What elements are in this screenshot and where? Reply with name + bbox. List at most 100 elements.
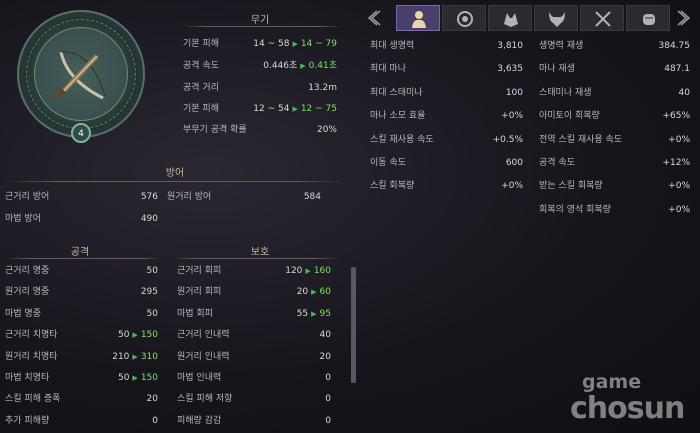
stat-label: 회복의 영석 회복량 bbox=[539, 204, 611, 215]
stat-label: 원거리 방어 bbox=[167, 192, 212, 202]
stat-label: 공격 속도 bbox=[539, 158, 575, 168]
watermark-line1: game bbox=[582, 371, 642, 393]
stat-label: 근거리 방어 bbox=[5, 192, 50, 202]
stat-value: 0 bbox=[152, 415, 158, 426]
stat-label: 마법 인내력 bbox=[177, 373, 222, 383]
watermark-logo: game chosun bbox=[564, 371, 694, 429]
shield-icon bbox=[457, 11, 473, 27]
stat-value-group: 120 ▶ 160 bbox=[285, 264, 331, 278]
stat-base-value: 50 bbox=[117, 330, 130, 341]
stat-label: 마법 방어 bbox=[5, 214, 41, 224]
stat-row: 마법 치명타 50 ▶ 150 bbox=[5, 371, 158, 385]
stat-value: 584 bbox=[303, 192, 321, 202]
stat-new-value: 95 bbox=[319, 308, 331, 319]
stat-new-value: 60 bbox=[319, 287, 331, 298]
defense-row: 마법 방어 490 bbox=[5, 212, 158, 226]
defense-divider bbox=[5, 181, 345, 182]
stat-row: 회복의 영석 회복량 +0% bbox=[539, 203, 690, 217]
character-icon bbox=[412, 11, 426, 28]
attack-section-title: 공격 bbox=[70, 247, 90, 258]
stat-row: 근거리 명중 50 bbox=[5, 264, 158, 278]
tab-next[interactable] bbox=[670, 5, 696, 31]
stat-row: 스킬 재사용 속도 +0.5% bbox=[370, 133, 523, 147]
stat-label: 전역 스킬 재사용 속도 bbox=[539, 134, 623, 145]
stats-scrollbar[interactable] bbox=[351, 267, 356, 383]
weapon-row: 기본 피해 12 ~ 54 ▶ 12 ~ 75 bbox=[183, 102, 337, 116]
stat-row: 받는 스킬 회복량 +0% bbox=[539, 179, 690, 193]
stat-row: 마나 재생 487.1 bbox=[539, 62, 690, 76]
arrow-right-icon: ▶ bbox=[300, 62, 306, 70]
stat-value: 50 bbox=[146, 266, 158, 276]
stat-label: 추가 피해량 bbox=[5, 415, 50, 426]
stat-row: 최대 마나 3,635 bbox=[370, 62, 523, 76]
stat-row: 마법 인내력 0 bbox=[177, 371, 331, 385]
stat-value: 100 bbox=[505, 87, 523, 98]
stat-row: 공격 속도 +12% bbox=[539, 156, 690, 170]
stat-new-value: 0.41초 bbox=[308, 61, 337, 71]
stat-row: 원거리 인내력 20 bbox=[177, 350, 331, 364]
stat-label: 스킬 피해 증폭 bbox=[5, 394, 61, 405]
stat-label: 최대 마나 bbox=[370, 64, 406, 75]
stat-new-value: 14 ~ 79 bbox=[300, 39, 337, 49]
stat-label: 스킬 피해 저항 bbox=[177, 394, 233, 405]
stat-new-value: 310 bbox=[140, 351, 158, 362]
tab-prev[interactable] bbox=[362, 5, 392, 31]
stat-row: 마법 회피 55 ▶ 95 bbox=[177, 307, 331, 321]
stat-row: 전역 스킬 재사용 속도 +0% bbox=[539, 133, 690, 147]
stat-value: +0% bbox=[668, 204, 690, 215]
stat-row: 피해량 감감 0 bbox=[177, 414, 331, 428]
stat-label: 아미토이 회복량 bbox=[539, 111, 600, 122]
stat-value-group: 50 ▶ 150 bbox=[118, 371, 158, 385]
defense-section-title: 방어 bbox=[165, 168, 185, 179]
stat-label: 공격 거리 bbox=[183, 83, 219, 93]
tab-character[interactable] bbox=[396, 5, 440, 31]
stat-row: 스킬 피해 저항 0 bbox=[177, 392, 331, 406]
stat-value: 3,810 bbox=[497, 41, 523, 51]
weapon-divider bbox=[183, 26, 343, 27]
stat-value: +0.5% bbox=[492, 134, 523, 145]
tab-demon[interactable] bbox=[534, 5, 578, 31]
stat-value: 20 bbox=[146, 394, 158, 405]
protect-section-title: 보호 bbox=[250, 247, 270, 258]
stat-label: 이동 속도 bbox=[370, 158, 406, 168]
weapon-emblem: 4 bbox=[17, 10, 145, 143]
stat-row: 마나 소모 효율 +0% bbox=[370, 109, 523, 123]
weapon-section-title: 무기 bbox=[250, 15, 270, 26]
weapon-row: 공격 거리 13.2m bbox=[183, 81, 337, 95]
arrow-right-icon: ▶ bbox=[292, 105, 298, 113]
stat-value: 40 bbox=[319, 330, 331, 341]
chevron-right-icon bbox=[677, 10, 691, 26]
stat-label: 근거리 인내력 bbox=[177, 330, 230, 341]
stat-label: 기본 피해 bbox=[183, 39, 219, 49]
stat-new-value: 12 ~ 75 bbox=[300, 104, 337, 114]
defense-row: 원거리 방어 584 bbox=[167, 190, 321, 204]
stat-base-value: 120 bbox=[285, 266, 303, 276]
scrollbar-thumb[interactable] bbox=[351, 267, 356, 383]
stat-value: 50 bbox=[146, 308, 158, 319]
stat-new-value: 160 bbox=[313, 266, 331, 276]
weapon-row: 부무기 공격 확률 20% bbox=[183, 123, 337, 137]
stat-row: 근거리 치명타 50 ▶ 150 bbox=[5, 328, 158, 342]
stat-new-value: 150 bbox=[140, 373, 158, 383]
tab-defense[interactable] bbox=[442, 5, 486, 31]
tab-beast[interactable] bbox=[488, 5, 532, 31]
stat-label: 스킬 회복량 bbox=[370, 181, 415, 192]
stat-label: 최대 스태미나 bbox=[370, 87, 423, 98]
stat-value: +0% bbox=[668, 181, 690, 192]
stat-base-value: 14 ~ 58 bbox=[253, 39, 290, 49]
stat-label: 근거리 회피 bbox=[177, 266, 222, 276]
stat-row: 마법 명중 50 bbox=[5, 307, 158, 321]
stat-base-value: 20 bbox=[296, 287, 309, 298]
stat-row: 생명력 재생 384.75 bbox=[539, 39, 690, 53]
tab-combat[interactable] bbox=[580, 5, 624, 31]
stat-value: 490 bbox=[140, 214, 158, 224]
stat-label: 부무기 공격 확률 bbox=[183, 125, 247, 135]
wolf-icon bbox=[504, 13, 518, 27]
weapon-level-badge: 4 bbox=[71, 123, 91, 143]
watermark-line2: chosun bbox=[570, 391, 685, 426]
arrow-right-icon: ▶ bbox=[132, 352, 138, 361]
attack-divider bbox=[5, 258, 163, 259]
stat-value: +0% bbox=[668, 134, 690, 145]
stat-value: +65% bbox=[662, 111, 690, 122]
tab-fist[interactable] bbox=[626, 5, 670, 31]
